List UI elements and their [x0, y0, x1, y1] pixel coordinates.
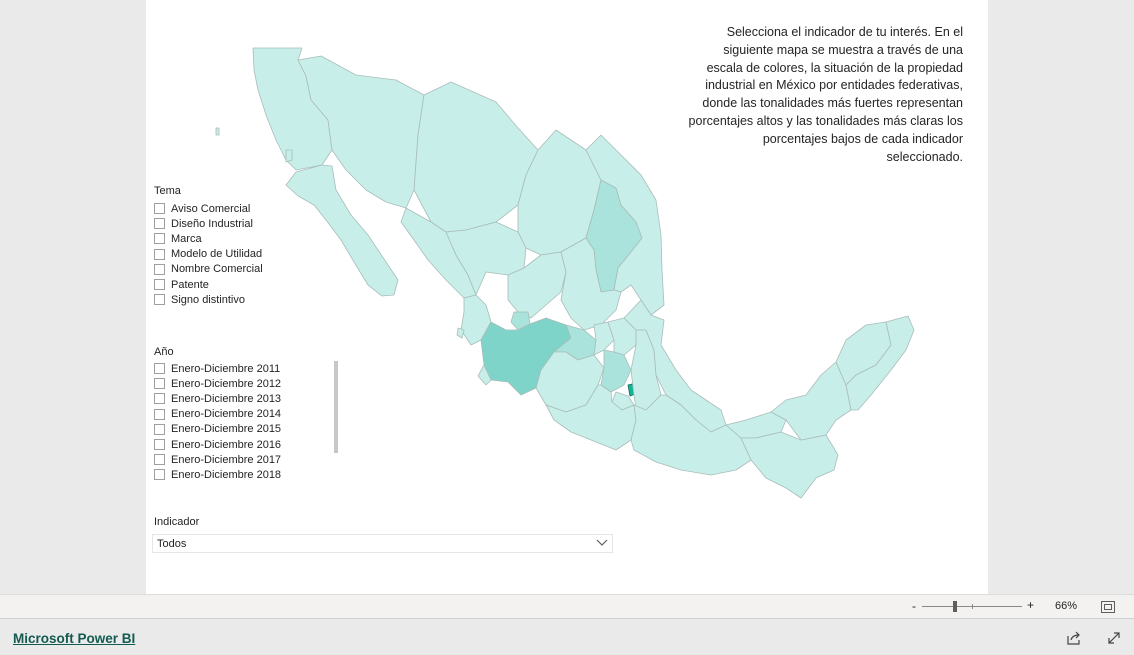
tema-option[interactable]: Nombre Comercial: [154, 262, 263, 277]
checkbox[interactable]: [154, 263, 165, 275]
checkbox[interactable]: [154, 203, 165, 214]
checkbox[interactable]: [154, 218, 165, 230]
indicador-selected-value: Todos: [157, 537, 187, 550]
anio-option[interactable]: Enero-Diciembre 2013: [154, 391, 281, 406]
checkbox[interactable]: [154, 393, 165, 405]
anio-option-label: Enero-Diciembre 2016: [171, 438, 282, 451]
anio-option-label: Enero-Diciembre 2015: [171, 423, 282, 436]
state-campeche: [770, 361, 852, 441]
checkbox[interactable]: [154, 378, 165, 390]
checkbox[interactable]: [154, 454, 165, 466]
checkbox[interactable]: [154, 279, 165, 290]
zoom-bar: - + 66%: [0, 594, 1134, 618]
anio-option[interactable]: Enero-Diciembre 2011: [154, 361, 280, 376]
report-canvas: Selecciona el indicador de tu interés. E…: [146, 0, 988, 594]
anio-option[interactable]: Enero-Diciembre 2012: [154, 376, 281, 391]
anio-option-label: Enero-Diciembre 2017: [171, 453, 282, 466]
anio-option-label: Enero-Diciembre 2018: [171, 468, 282, 481]
checkbox[interactable]: [154, 248, 165, 260]
map-description: Selecciona el indicador de tu interés. E…: [688, 25, 963, 164]
tema-option[interactable]: Aviso Comercial: [154, 201, 250, 216]
zoom-in-button[interactable]: +: [1027, 598, 1034, 612]
fit-to-page-icon[interactable]: [1101, 601, 1115, 613]
checkbox[interactable]: [154, 233, 165, 245]
zoom-slider[interactable]: [922, 601, 1022, 612]
anio-option[interactable]: Enero-Diciembre 2014: [154, 407, 281, 422]
anio-option[interactable]: Enero-Diciembre 2018: [154, 467, 281, 482]
indicador-dropdown[interactable]: Todos: [152, 534, 613, 553]
anio-slicer: Enero-Diciembre 2011 Enero-Diciembre 2012…: [146, 360, 346, 484]
zoom-slider-center-tick: [972, 604, 973, 609]
power-bi-link[interactable]: Microsoft Power BI: [13, 631, 135, 646]
anio-option[interactable]: Enero-Diciembre 2015: [154, 422, 281, 437]
checkbox[interactable]: [154, 408, 165, 420]
zoom-level: 66%: [1055, 600, 1078, 612]
tema-option[interactable]: Patente: [154, 277, 209, 292]
state-chiapas: [740, 431, 839, 499]
fullscreen-icon[interactable]: [1107, 631, 1121, 645]
checkbox[interactable]: [154, 423, 165, 435]
anio-option-label: Enero-Diciembre 2011: [171, 362, 281, 375]
anio-option-label: Enero-Diciembre 2014: [171, 408, 282, 421]
anio-scrollbar[interactable]: [334, 361, 338, 453]
tema-option-label: Aviso Comercial: [171, 202, 251, 215]
tema-option-label: Nombre Comercial: [171, 263, 263, 276]
anio-option[interactable]: Enero-Diciembre 2017: [154, 452, 281, 467]
indicador-slicer-title: Indicador: [154, 516, 200, 528]
zoom-slider-thumb[interactable]: [953, 601, 957, 612]
tema-option-label: Diseño Industrial: [171, 217, 253, 230]
island-tiburon: [285, 149, 293, 163]
tema-slicer-title: Tema: [154, 185, 181, 197]
zoom-out-button[interactable]: -: [912, 599, 916, 613]
tema-option-label: Patente: [171, 278, 209, 291]
anio-slicer-title: Año: [154, 346, 174, 358]
anio-option-label: Enero-Diciembre 2013: [171, 392, 282, 405]
state-estado-de-mexico: [600, 349, 632, 393]
tema-option-label: Marca: [171, 232, 202, 245]
tema-option[interactable]: Modelo de Utilidad: [154, 247, 262, 262]
tema-option-label: Signo distintivo: [171, 293, 245, 306]
island-cedros: [215, 127, 220, 136]
anio-option-label: Enero-Diciembre 2012: [171, 377, 282, 390]
island-guadalupe: [456, 327, 465, 339]
tema-option[interactable]: Diseño Industrial: [154, 216, 253, 231]
checkbox[interactable]: [154, 439, 165, 450]
footer-bar: Microsoft Power BI: [0, 618, 1134, 655]
tema-option[interactable]: Signo distintivo: [154, 292, 245, 307]
tema-option-label: Modelo de Utilidad: [171, 248, 263, 261]
anio-option[interactable]: Enero-Diciembre 2016: [154, 437, 281, 452]
checkbox[interactable]: [154, 469, 165, 481]
tema-option[interactable]: Marca: [154, 231, 202, 246]
checkbox[interactable]: [154, 363, 165, 374]
share-icon[interactable]: [1067, 631, 1081, 645]
chevron-down-icon: [596, 539, 608, 546]
checkbox[interactable]: [154, 294, 165, 306]
